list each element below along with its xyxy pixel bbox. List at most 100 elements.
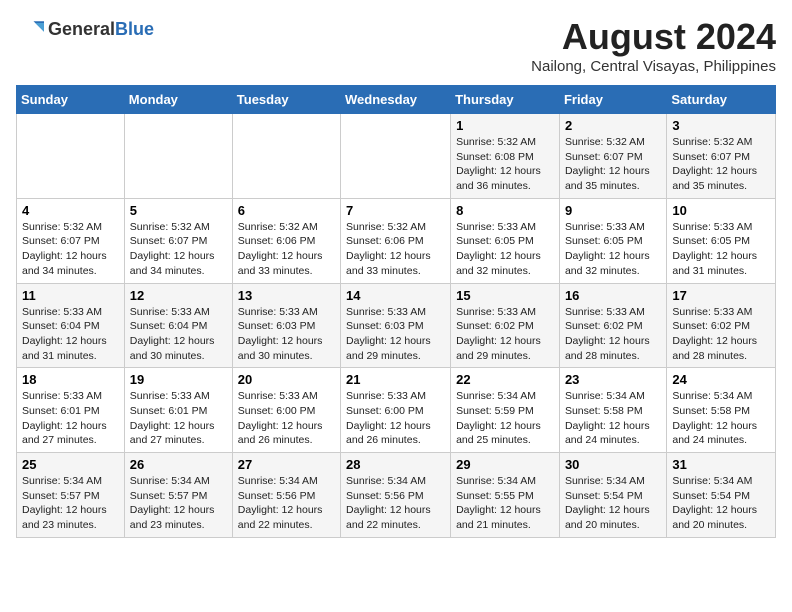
calendar-week-row: 25 Sunrise: 5:34 AM Sunset: 5:57 PM Dayli… [17, 453, 776, 538]
day-number: 8 [456, 203, 554, 218]
day-number: 14 [346, 288, 445, 303]
cell-details: Sunrise: 5:33 AM Sunset: 6:00 PM Dayligh… [346, 389, 445, 448]
header-saturday: Saturday [667, 86, 776, 114]
calendar-cell: 27 Sunrise: 5:34 AM Sunset: 5:56 PM Dayli… [232, 453, 340, 538]
cell-details: Sunrise: 5:34 AM Sunset: 5:55 PM Dayligh… [456, 474, 554, 533]
day-number: 30 [565, 457, 661, 472]
day-number: 17 [672, 288, 770, 303]
day-number: 31 [672, 457, 770, 472]
cell-details: Sunrise: 5:34 AM Sunset: 5:58 PM Dayligh… [672, 389, 770, 448]
calendar-cell [232, 114, 340, 199]
calendar-cell: 12 Sunrise: 5:33 AM Sunset: 6:04 PM Dayli… [124, 283, 232, 368]
day-number: 21 [346, 372, 445, 387]
calendar-cell: 13Sunrise: 5:33 AM Sunset: 6:03 PM Dayli… [232, 283, 340, 368]
cell-details: Sunrise: 5:33 AM Sunset: 6:00 PM Dayligh… [238, 389, 335, 448]
day-number: 11 [22, 288, 119, 303]
calendar-cell: 19Sunrise: 5:33 AM Sunset: 6:01 PM Dayli… [124, 368, 232, 453]
day-number: 15 [456, 288, 554, 303]
calendar-cell: 3 Sunrise: 5:32 AM Sunset: 6:07 PM Daylig… [667, 114, 776, 199]
day-number: 12 [130, 288, 227, 303]
calendar-cell: 15 Sunrise: 5:33 AM Sunset: 6:02 PM Dayli… [451, 283, 560, 368]
calendar-cell: 26 Sunrise: 5:34 AM Sunset: 5:57 PM Dayli… [124, 453, 232, 538]
calendar-cell: 24 Sunrise: 5:34 AM Sunset: 5:58 PM Dayli… [667, 368, 776, 453]
cell-details: Sunrise: 5:34 AM Sunset: 5:57 PM Dayligh… [22, 474, 119, 533]
calendar-cell [124, 114, 232, 199]
calendar-cell: 11 Sunrise: 5:33 AM Sunset: 6:04 PM Dayli… [17, 283, 125, 368]
logo-text: GeneralBlue [48, 20, 154, 40]
calendar-cell: 25 Sunrise: 5:34 AM Sunset: 5:57 PM Dayli… [17, 453, 125, 538]
day-number: 9 [565, 203, 661, 218]
header-tuesday: Tuesday [232, 86, 340, 114]
calendar-cell: 10 Sunrise: 5:33 AM Sunset: 6:05 PM Dayli… [667, 198, 776, 283]
calendar-cell: 5 Sunrise: 5:32 AM Sunset: 6:07 PM Daylig… [124, 198, 232, 283]
calendar-week-row: 1Sunrise: 5:32 AM Sunset: 6:08 PM Daylig… [17, 114, 776, 199]
cell-details: Sunrise: 5:32 AM Sunset: 6:06 PM Dayligh… [238, 220, 335, 279]
cell-details: Sunrise: 5:33 AM Sunset: 6:05 PM Dayligh… [565, 220, 661, 279]
day-number: 28 [346, 457, 445, 472]
header-monday: Monday [124, 86, 232, 114]
cell-details: Sunrise: 5:34 AM Sunset: 5:57 PM Dayligh… [130, 474, 227, 533]
cell-details: Sunrise: 5:33 AM Sunset: 6:05 PM Dayligh… [672, 220, 770, 279]
day-number: 29 [456, 457, 554, 472]
cell-details: Sunrise: 5:34 AM Sunset: 5:54 PM Dayligh… [565, 474, 661, 533]
cell-details: Sunrise: 5:33 AM Sunset: 6:05 PM Dayligh… [456, 220, 554, 279]
day-number: 22 [456, 372, 554, 387]
cell-details: Sunrise: 5:32 AM Sunset: 6:07 PM Dayligh… [130, 220, 227, 279]
calendar-cell: 21 Sunrise: 5:33 AM Sunset: 6:00 PM Dayli… [341, 368, 451, 453]
header-sunday: Sunday [17, 86, 125, 114]
cell-details: Sunrise: 5:33 AM Sunset: 6:01 PM Dayligh… [130, 389, 227, 448]
cell-details: Sunrise: 5:32 AM Sunset: 6:07 PM Dayligh… [672, 135, 770, 194]
day-number: 3 [672, 118, 770, 133]
cell-details: Sunrise: 5:34 AM Sunset: 5:56 PM Dayligh… [238, 474, 335, 533]
calendar-cell: 22 Sunrise: 5:34 AM Sunset: 5:59 PM Dayli… [451, 368, 560, 453]
calendar-cell: 14 Sunrise: 5:33 AM Sunset: 6:03 PM Dayli… [341, 283, 451, 368]
day-number: 24 [672, 372, 770, 387]
cell-details: Sunrise: 5:33 AM Sunset: 6:01 PM Dayligh… [22, 389, 119, 448]
header-friday: Friday [559, 86, 666, 114]
day-number: 20 [238, 372, 335, 387]
calendar-cell: 8 Sunrise: 5:33 AM Sunset: 6:05 PM Daylig… [451, 198, 560, 283]
calendar-header-row: SundayMondayTuesdayWednesdayThursdayFrid… [17, 86, 776, 114]
calendar-cell: 28 Sunrise: 5:34 AM Sunset: 5:56 PM Dayli… [341, 453, 451, 538]
day-number: 5 [130, 203, 227, 218]
logo: GeneralBlue [16, 16, 154, 44]
day-number: 13 [238, 288, 335, 303]
day-number: 25 [22, 457, 119, 472]
cell-details: Sunrise: 5:34 AM Sunset: 5:56 PM Dayligh… [346, 474, 445, 533]
calendar-cell: 23 Sunrise: 5:34 AM Sunset: 5:58 PM Dayli… [559, 368, 666, 453]
calendar-cell [341, 114, 451, 199]
day-number: 16 [565, 288, 661, 303]
cell-details: Sunrise: 5:33 AM Sunset: 6:04 PM Dayligh… [22, 305, 119, 364]
calendar-cell: 1Sunrise: 5:32 AM Sunset: 6:08 PM Daylig… [451, 114, 560, 199]
day-number: 2 [565, 118, 661, 133]
calendar-week-row: 11 Sunrise: 5:33 AM Sunset: 6:04 PM Dayli… [17, 283, 776, 368]
calendar-cell: 16Sunrise: 5:33 AM Sunset: 6:02 PM Dayli… [559, 283, 666, 368]
header-wednesday: Wednesday [341, 86, 451, 114]
calendar-table: SundayMondayTuesdayWednesdayThursdayFrid… [16, 85, 776, 538]
header-thursday: Thursday [451, 86, 560, 114]
cell-details: Sunrise: 5:33 AM Sunset: 6:02 PM Dayligh… [672, 305, 770, 364]
cell-details: Sunrise: 5:32 AM Sunset: 6:07 PM Dayligh… [22, 220, 119, 279]
calendar-cell: 4Sunrise: 5:32 AM Sunset: 6:07 PM Daylig… [17, 198, 125, 283]
calendar-cell [17, 114, 125, 199]
calendar-cell: 6 Sunrise: 5:32 AM Sunset: 6:06 PM Daylig… [232, 198, 340, 283]
day-number: 26 [130, 457, 227, 472]
day-number: 6 [238, 203, 335, 218]
day-number: 27 [238, 457, 335, 472]
calendar-cell: 29 Sunrise: 5:34 AM Sunset: 5:55 PM Dayli… [451, 453, 560, 538]
calendar-cell: 17 Sunrise: 5:33 AM Sunset: 6:02 PM Dayli… [667, 283, 776, 368]
calendar-cell: 9 Sunrise: 5:33 AM Sunset: 6:05 PM Daylig… [559, 198, 666, 283]
cell-details: Sunrise: 5:33 AM Sunset: 6:03 PM Dayligh… [346, 305, 445, 364]
day-number: 23 [565, 372, 661, 387]
cell-details: Sunrise: 5:34 AM Sunset: 5:58 PM Dayligh… [565, 389, 661, 448]
day-number: 10 [672, 203, 770, 218]
calendar-cell: 30 Sunrise: 5:34 AM Sunset: 5:54 PM Dayli… [559, 453, 666, 538]
title-area: August 2024 Nailong, Central Visayas, Ph… [531, 16, 776, 75]
cell-details: Sunrise: 5:34 AM Sunset: 5:59 PM Dayligh… [456, 389, 554, 448]
calendar-cell: 2Sunrise: 5:32 AM Sunset: 6:07 PM Daylig… [559, 114, 666, 199]
month-year-title: August 2024 [531, 16, 776, 58]
cell-details: Sunrise: 5:33 AM Sunset: 6:04 PM Dayligh… [130, 305, 227, 364]
cell-details: Sunrise: 5:33 AM Sunset: 6:02 PM Dayligh… [456, 305, 554, 364]
calendar-cell: 18Sunrise: 5:33 AM Sunset: 6:01 PM Dayli… [17, 368, 125, 453]
page-header: GeneralBlue August 2024 Nailong, Central… [16, 16, 776, 75]
